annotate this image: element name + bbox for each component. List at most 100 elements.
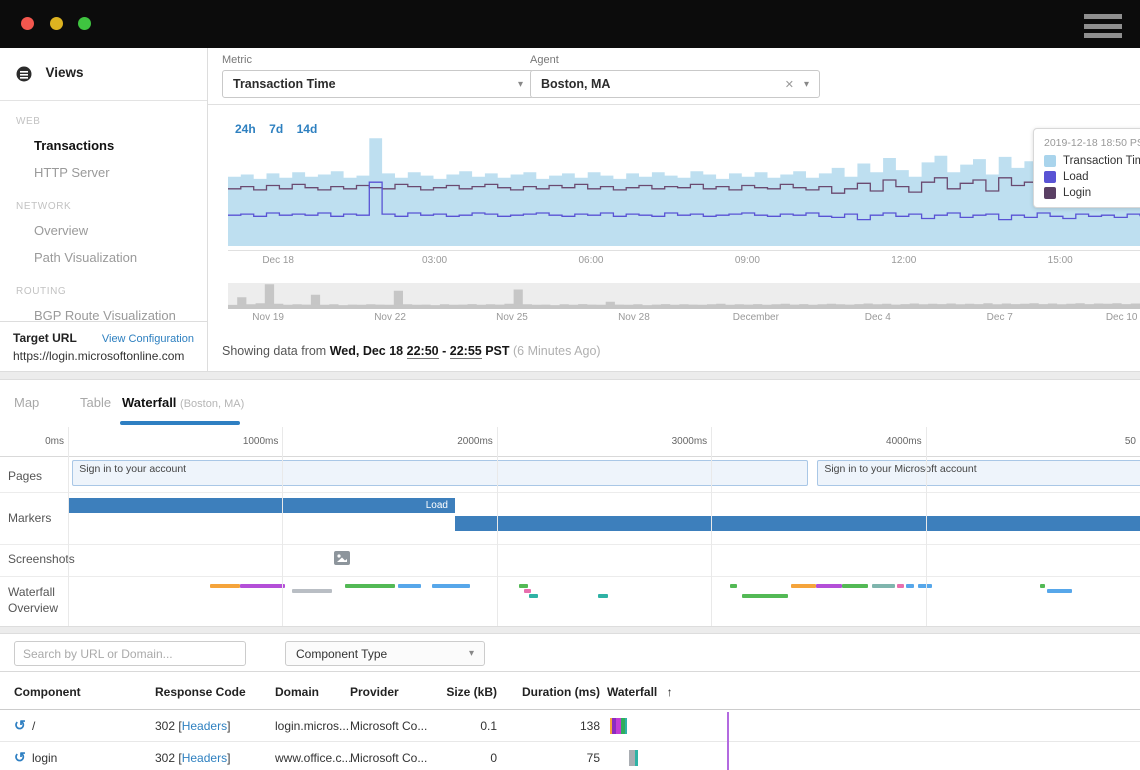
chart-controls-bar: Metric Transaction Time ▾ Agent Boston, … [208, 48, 1140, 105]
chart-series-transaction-time-history [228, 284, 1140, 309]
time-start: 22:50 [407, 344, 439, 359]
cell-component[interactable]: login [32, 751, 57, 765]
cell-size: 0.1 [440, 719, 497, 733]
axis-tick-label: 09:00 [735, 255, 760, 266]
agent-label: Agent [530, 54, 559, 66]
app-window: Views WEB Transactions HTTP Server NETWO… [0, 0, 1140, 770]
col-response-code[interactable]: Response Code [155, 685, 246, 699]
axis-tick-label: Dec 18 [262, 255, 294, 266]
overview-segment [1047, 589, 1073, 593]
sidebar-item-path-visualization[interactable]: Path Visualization [0, 244, 207, 271]
chart-legend: 2019-12-18 18:50 PST Transaction Time Lo… [1033, 128, 1140, 208]
cell-provider: Microsoft Co... [350, 751, 427, 765]
col-waterfall[interactable]: Waterfall ↑ [607, 685, 673, 699]
screenshot-thumbnail-icon[interactable] [334, 551, 350, 565]
views-nav: WEB Transactions HTTP Server NETWORK Ove… [0, 101, 207, 329]
col-domain[interactable]: Domain [275, 685, 319, 699]
cell-waterfall-bars[interactable] [607, 750, 1137, 766]
overview-segment [872, 584, 895, 588]
page-load-marker-line [727, 712, 729, 770]
tab-table[interactable]: Table [80, 395, 111, 410]
cell-response-code: 302 [Headers] [155, 719, 230, 733]
ruler-label: 50 [1060, 436, 1136, 447]
col-duration[interactable]: Duration (ms) [510, 685, 600, 699]
component-type-value: Component Type [296, 647, 469, 661]
page-box-sign-in[interactable]: Sign in to your account [72, 460, 807, 486]
history-x-axis: Nov 19Nov 22Nov 25Nov 28DecemberDec 4Dec… [228, 312, 1140, 324]
overview-segment [791, 584, 817, 588]
search-input[interactable] [14, 641, 246, 666]
transaction-time-chart[interactable] [228, 136, 1140, 246]
table-row[interactable]: ↺ login 302 [Headers] www.office.c... Mi… [0, 742, 1140, 770]
cell-size: 0 [440, 751, 497, 765]
range-14d-link[interactable]: 14d [297, 122, 318, 136]
cell-domain: www.office.c... [275, 751, 351, 765]
maximize-window-icon[interactable] [78, 17, 91, 30]
axis-tick-label: Nov 22 [374, 312, 406, 323]
agent-select[interactable]: Boston, MA ✕ ▾ [530, 70, 820, 98]
axis-tick-label: Nov 19 [252, 312, 284, 323]
legend-label-transaction-time: Transaction Time [1063, 155, 1140, 167]
sidebar-item-overview[interactable]: Overview [0, 217, 207, 244]
col-provider[interactable]: Provider [350, 685, 399, 699]
sidebar-item-transactions[interactable]: Transactions [0, 132, 207, 159]
cell-duration: 138 [510, 719, 600, 733]
ruler-label: 4000ms [846, 436, 922, 447]
section-label-web: WEB [0, 101, 207, 132]
overview-segment [524, 589, 532, 593]
marker-bar-load[interactable]: Load [68, 498, 455, 513]
minutes-ago: (6 Minutes Ago) [513, 344, 601, 358]
legend-item-transaction-time: Transaction Time [1044, 155, 1140, 167]
sidebar-item-http-server[interactable]: HTTP Server [0, 159, 207, 186]
gridline [282, 427, 283, 626]
overview-segment [345, 584, 395, 588]
headers-link[interactable]: Headers [182, 751, 227, 765]
axis-tick-label: 03:00 [422, 255, 447, 266]
sort-ascending-icon[interactable]: ↑ [667, 685, 673, 699]
cell-component[interactable]: / [32, 719, 35, 733]
history-overview-strip[interactable] [228, 283, 1140, 309]
waterfall-overview-minimap[interactable] [0, 580, 1140, 626]
views-header: Views [0, 48, 207, 101]
cell-waterfall-bars[interactable] [607, 718, 1137, 734]
overview-segment [897, 584, 905, 588]
axis-tick-label: 12:00 [891, 255, 916, 266]
tab-map[interactable]: Map [14, 395, 39, 410]
tab-waterfall[interactable]: Waterfall (Boston, MA) [122, 395, 244, 410]
component-type-select[interactable]: Component Type ▾ [285, 641, 485, 666]
page-box-sign-in-microsoft[interactable]: Sign in to your Microsoft account [817, 460, 1140, 486]
close-window-icon[interactable] [21, 17, 34, 30]
overview-segment [210, 584, 240, 588]
legend-label-load: Load [1063, 171, 1089, 183]
cell-domain: login.micros... [275, 719, 349, 733]
view-configuration-link[interactable]: View Configuration [102, 333, 194, 345]
hamburger-menu-icon[interactable] [1084, 14, 1122, 43]
minimize-window-icon[interactable] [50, 17, 63, 30]
section-divider [0, 371, 1140, 380]
target-url-value: https://login.microsoftonline.com [13, 349, 194, 363]
col-component[interactable]: Component [14, 685, 81, 699]
axis-tick-label: 06:00 [578, 255, 603, 266]
views-sidebar: Views WEB Transactions HTTP Server NETWO… [0, 48, 208, 372]
component-table-header: Component Response Code Domain Provider … [0, 672, 1140, 710]
metric-select[interactable]: Transaction Time ▾ [222, 70, 534, 98]
filter-bar: Component Type ▾ [0, 634, 1140, 672]
overview-segment [842, 584, 868, 588]
table-row[interactable]: ↺ / 302 [Headers] login.micros... Micros… [0, 710, 1140, 742]
active-tab-indicator [120, 421, 240, 425]
overview-segment [432, 584, 470, 588]
overview-segment [816, 584, 842, 588]
cell-provider: Microsoft Co... [350, 719, 427, 733]
headers-link[interactable]: Headers [182, 719, 227, 733]
legend-swatch-load [1044, 171, 1056, 183]
target-url-panel: Target URL View Configuration https://lo… [0, 321, 207, 372]
axis-tick-label: December [733, 312, 779, 323]
range-24h-link[interactable]: 24h [235, 122, 256, 136]
clear-agent-icon[interactable]: ✕ [785, 78, 794, 91]
col-size[interactable]: Size (kB) [440, 685, 497, 699]
chevron-down-icon: ▾ [469, 648, 474, 659]
chart-x-axis: Dec 1803:0006:0009:0012:0015:00 [228, 255, 1140, 269]
legend-swatch-login [1044, 187, 1056, 199]
marker-bar-2[interactable] [455, 516, 1140, 531]
range-7d-link[interactable]: 7d [269, 122, 283, 136]
